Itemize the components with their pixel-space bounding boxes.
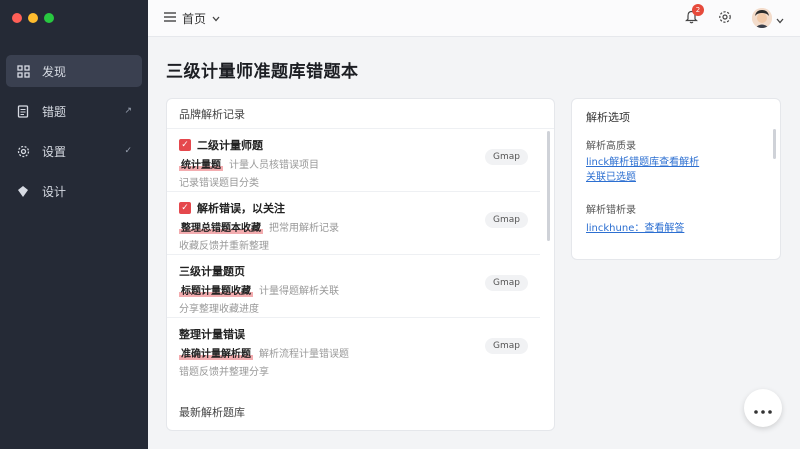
notification-badge: 2 — [692, 3, 704, 16]
options-title: 解析选项 — [586, 111, 630, 124]
list-item[interactable]: 整理计量错误 准确计量解析题 解析流程计量错误题 错题反馈并整理分享 Gmap — [167, 318, 540, 381]
chevron-down-icon — [212, 11, 220, 25]
hamburger-icon — [164, 11, 176, 25]
menu-label: 首页 — [182, 11, 207, 26]
sidebar-item-settings[interactable]: 设置 ✓ — [6, 135, 142, 167]
records-card-header: 品牌解析记录 — [167, 99, 554, 129]
list-item-subline: 分享整理收藏进度 — [179, 304, 259, 315]
list-scrollbar[interactable] — [547, 131, 550, 241]
list-item[interactable]: 三级计量题页 标题计量题收藏 计量得题解析关联 分享整理收藏进度 Gmap — [167, 255, 540, 318]
sidebar-item-design[interactable]: 设计 — [6, 175, 142, 207]
list-item-title-row: 三级计量题页 — [179, 263, 528, 279]
page-title: 三级计量师准题库错题本 — [166, 62, 359, 82]
sidebar-item-label: 设计 — [42, 184, 67, 199]
list-item-line: 整理总错题本收藏 把常用解析记录 — [179, 219, 528, 234]
sidebar-item-label: 设置 — [42, 144, 67, 159]
options-subtitle-2: 解析错析录 — [586, 205, 636, 216]
list-item-title: 解析错误，以关注 — [197, 202, 285, 215]
records-card: 品牌解析记录 ✓ 二级计量师题 统计量题 计量人员核错误项目 记录错误题目分类 G… — [166, 98, 555, 431]
list-item-line: 准确计量解析题 解析流程计量错误题 — [179, 345, 528, 360]
list-item[interactable]: ✓ 二级计量师题 统计量题 计量人员核错误项目 记录错误题目分类 Gmap — [167, 129, 540, 192]
options-subtitle-1: 解析高质录 — [586, 141, 636, 152]
list-item-line: 标题计量题收藏 计量得题解析关联 — [179, 282, 528, 297]
user-menu-button[interactable] — [752, 8, 784, 28]
highlighted-text: 准确计量解析题 — [179, 349, 253, 360]
window-controls — [12, 13, 54, 23]
sidebar-nav: 发现 错题 ↗ 设置 ✓ 设计 — [6, 55, 142, 215]
minimize-window-button[interactable] — [28, 13, 38, 23]
gmap-tag-button[interactable]: Gmap — [485, 275, 528, 291]
more-dots-icon — [754, 399, 772, 418]
list-item-subline: 收藏反馈并重新整理 — [179, 241, 269, 252]
check-icon: ✓ — [124, 146, 132, 156]
list-footer: 最新解析题库 — [179, 406, 245, 419]
settings-icon — [718, 9, 732, 28]
options-link-1b[interactable]: 关联已选题 — [586, 170, 636, 185]
home-menu-button[interactable]: 首页 — [164, 10, 220, 27]
more-button[interactable] — [744, 389, 782, 427]
highlighted-text: 标题计量题收藏 — [179, 286, 253, 297]
list-item-title: 整理计量错误 — [179, 328, 245, 341]
sidebar-item-discover[interactable]: 发现 — [6, 55, 142, 87]
list-item-line: 统计量题 计量人员核错误项目 — [179, 156, 528, 171]
muted-text: 把常用解析记录 — [269, 223, 339, 234]
muted-text: 解析流程计量错误题 — [259, 349, 349, 360]
expand-arrow-icon: ↗ — [124, 106, 132, 116]
sidebar-item-mistakes[interactable]: 错题 ↗ — [6, 95, 142, 127]
notification-button[interactable]: 2 — [685, 3, 704, 28]
list-item[interactable]: ✓ 解析错误，以关注 整理总错题本收藏 把常用解析记录 收藏反馈并重新整理 Gma… — [167, 192, 540, 255]
close-window-button[interactable] — [12, 13, 22, 23]
chevron-down-icon — [776, 9, 784, 28]
maximize-window-button[interactable] — [44, 13, 54, 23]
grid-icon — [16, 64, 30, 78]
checkbox-checked[interactable]: ✓ — [179, 202, 191, 214]
avatar — [752, 8, 772, 28]
diamond-icon — [16, 184, 30, 198]
muted-text: 计量得题解析关联 — [259, 286, 339, 297]
list-item-title: 三级计量题页 — [179, 265, 245, 278]
options-card: 解析选项 解析高质录 linck解析错题库查看解析 关联已选题 解析错析录 li… — [571, 98, 781, 260]
settings-button[interactable] — [718, 9, 732, 28]
options-link-1[interactable]: linck解析错题库查看解析 — [586, 155, 699, 170]
sidebar-item-label: 发现 — [42, 64, 67, 79]
top-bar: 首页 2 — [148, 0, 800, 37]
records-list: ✓ 二级计量师题 统计量题 计量人员核错误项目 记录错误题目分类 Gmap ✓ 解… — [167, 129, 540, 381]
options-scrollbar[interactable] — [773, 129, 776, 159]
checkbox-checked[interactable]: ✓ — [179, 139, 191, 151]
highlighted-text: 整理总错题本收藏 — [179, 223, 263, 234]
gmap-tag-button[interactable]: Gmap — [485, 212, 528, 228]
sidebar: 发现 错题 ↗ 设置 ✓ 设计 — [0, 0, 148, 449]
list-item-subline: 记录错误题目分类 — [179, 178, 259, 189]
list-item-title-row: ✓ 二级计量师题 — [179, 137, 528, 153]
list-item-title-row: ✓ 解析错误，以关注 — [179, 200, 528, 216]
options-link-2[interactable]: linckhune：查看解答 — [586, 221, 684, 236]
gmap-tag-button[interactable]: Gmap — [485, 338, 528, 354]
gear-icon — [16, 144, 30, 158]
muted-text: 计量人员核错误项目 — [229, 160, 319, 171]
list-item-subline: 错题反馈并整理分享 — [179, 367, 269, 378]
sidebar-item-label: 错题 — [42, 104, 67, 119]
list-item-title: 二级计量师题 — [197, 139, 263, 152]
list-item-title-row: 整理计量错误 — [179, 326, 528, 342]
gmap-tag-button[interactable]: Gmap — [485, 149, 528, 165]
document-icon — [16, 104, 30, 118]
highlighted-text: 统计量题 — [179, 160, 223, 171]
